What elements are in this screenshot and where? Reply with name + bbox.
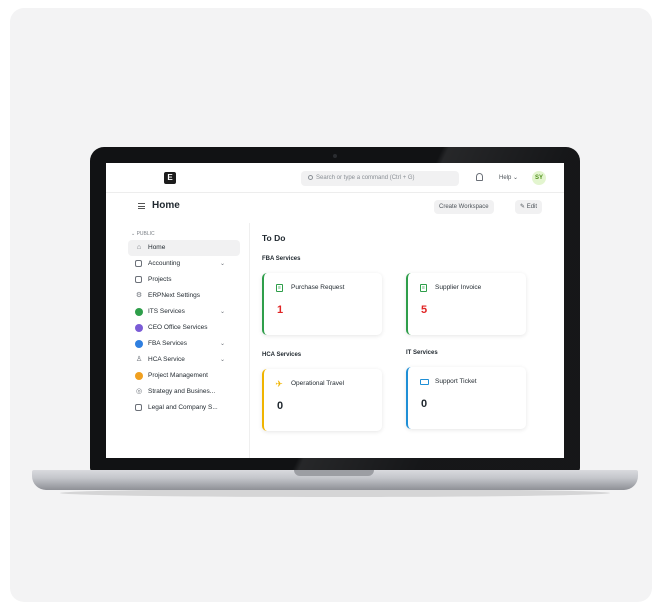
airplane-icon: ✈: [275, 379, 283, 389]
edit-button[interactable]: ✎ Edit: [515, 200, 543, 214]
laptop-notch: [294, 470, 374, 476]
bell-icon[interactable]: [476, 173, 483, 181]
avatar[interactable]: SY: [532, 171, 546, 185]
sidebar-item-accounting[interactable]: Accounting ⌄: [128, 256, 240, 272]
sidebar-divider: [249, 223, 250, 458]
sidebar-item-label: ERPNext Settings: [148, 292, 201, 299]
card-support-ticket[interactable]: Support Ticket 0: [406, 367, 526, 429]
card-count: 5: [421, 304, 428, 316]
laptop-screen: E Search or type a command (Ctrl + G) He…: [106, 163, 564, 458]
todo-heading: To Do: [262, 233, 286, 243]
search-bar[interactable]: Search or type a command (Ctrl + G): [301, 171, 459, 186]
page-header: Home Create Workspace ✎ Edit: [106, 193, 564, 221]
card-label: Support Ticket: [435, 378, 477, 385]
navbar: E Search or type a command (Ctrl + G) He…: [106, 163, 564, 193]
sidebar-item-label: Project Management: [148, 372, 208, 379]
sidebar-item-fba-services[interactable]: FBA Services ⌄: [128, 336, 240, 352]
card-count: 0: [277, 400, 284, 412]
strategy-icon: ◎: [135, 388, 143, 395]
ceo-office-icon: [135, 324, 143, 332]
sidebar-item-strategy[interactable]: ◎ Strategy and Busines...: [128, 384, 240, 400]
edit-button-label: Edit: [526, 204, 538, 210]
sidebar-item-its-services[interactable]: ITS Services ⌄: [128, 304, 240, 320]
laptop-icon: [420, 379, 429, 385]
help-menu[interactable]: Help ⌄: [499, 174, 518, 181]
sidebar-item-label: Home: [148, 244, 166, 251]
sidebar-item-label: Legal and Company S...: [148, 404, 218, 411]
group-title-fba: FBA Services: [262, 256, 301, 262]
hca-service-icon: ♙: [135, 356, 143, 363]
menu-icon[interactable]: [138, 203, 145, 209]
card-supplier-invoice[interactable]: ≡ Supplier Invoice 5: [406, 273, 526, 335]
search-placeholder: Search or type a command (Ctrl + G): [316, 175, 415, 181]
chevron-down-icon[interactable]: ⌄: [220, 352, 225, 368]
sidebar-item-label: FBA Services: [148, 340, 188, 347]
home-icon: ⌂: [136, 244, 142, 251]
document-icon: ≡: [420, 284, 427, 292]
sidebar-item-ceo-office-services[interactable]: CEO Office Services: [128, 320, 240, 336]
fba-services-icon: [135, 340, 143, 348]
webcam: [333, 154, 337, 158]
sidebar-section-public[interactable]: ⌄ PUBLIC: [128, 229, 240, 240]
card-label: Operational Travel: [291, 380, 345, 387]
card-label: Supplier Invoice: [435, 284, 482, 291]
page-title: Home: [152, 200, 180, 211]
legal-icon: [135, 404, 142, 411]
sidebar-item-label: Accounting: [148, 260, 181, 267]
document-icon: ≡: [276, 284, 283, 292]
laptop-shadow: [60, 489, 610, 497]
sidebar-item-legal[interactable]: Legal and Company S...: [128, 400, 240, 416]
chevron-down-icon[interactable]: ⌄: [220, 256, 225, 272]
sidebar-item-label: Projects: [148, 276, 172, 283]
app-logo[interactable]: E: [164, 172, 176, 184]
group-title-hca: HCA Services: [262, 352, 302, 358]
its-services-icon: [135, 308, 143, 316]
card-purchase-request[interactable]: ≡ Purchase Request 1: [262, 273, 382, 335]
settings-icon: ⚙: [135, 292, 143, 299]
card-count: 0: [421, 398, 428, 410]
chevron-down-icon[interactable]: ⌄: [220, 304, 225, 320]
project-management-icon: [135, 372, 143, 380]
card-label: Purchase Request: [291, 284, 345, 291]
folder-icon: [135, 276, 142, 283]
sidebar-item-erpnext-settings[interactable]: ⚙ ERPNext Settings: [128, 288, 240, 304]
search-icon: [308, 175, 313, 180]
sidebar-item-hca-service[interactable]: ♙ HCA Service ⌄: [128, 352, 240, 368]
create-workspace-button[interactable]: Create Workspace: [434, 200, 494, 214]
sidebar-item-projects[interactable]: Projects: [128, 272, 240, 288]
card-operational-travel[interactable]: ✈ Operational Travel 0: [262, 369, 382, 431]
group-title-it: IT Services: [406, 350, 438, 356]
accounting-icon: [135, 260, 142, 267]
sidebar-item-project-management[interactable]: Project Management: [128, 368, 240, 384]
sidebar-item-home[interactable]: ⌂ Home: [128, 240, 240, 256]
edit-icon: ✎: [520, 204, 527, 210]
sidebar-item-label: HCA Service: [148, 356, 185, 363]
sidebar: ⌄ PUBLIC ⌂ Home Accounting ⌄ Projects ⚙ …: [128, 229, 240, 416]
sidebar-item-label: CEO Office Services: [148, 324, 208, 331]
sidebar-item-label: ITS Services: [148, 308, 185, 315]
sidebar-item-label: Strategy and Busines...: [148, 388, 216, 395]
chevron-down-icon[interactable]: ⌄: [220, 336, 225, 352]
card-count: 1: [277, 304, 284, 316]
